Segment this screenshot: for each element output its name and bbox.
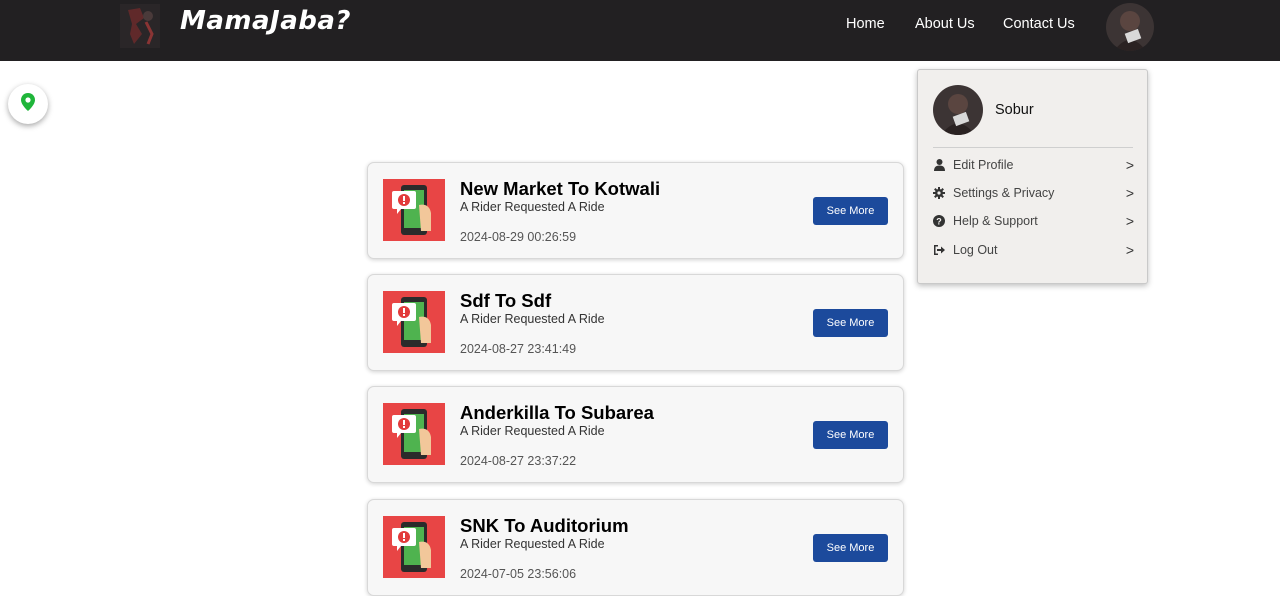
card-subtitle: A Rider Requested A Ride <box>460 200 605 214</box>
card-date: 2024-08-27 23:41:49 <box>460 342 577 356</box>
profile-dropdown-menu: Sobur Edit Profile > Settings & Privacy … <box>917 69 1148 284</box>
card-title: Anderkilla To Subarea <box>460 402 654 423</box>
chevron-right-icon: > <box>1125 242 1134 258</box>
card-title: Sdf To Sdf <box>460 290 552 311</box>
nav-home-link[interactable]: Home <box>846 16 885 32</box>
menu-item-log-out[interactable]: Log Out > <box>933 240 1134 260</box>
top-navbar: MamaJaba? Home About Us Contact Us <box>0 0 1280 61</box>
chevron-right-icon: > <box>1125 157 1134 173</box>
brand-name[interactable]: MamaJaba? <box>180 6 351 36</box>
card-subtitle: A Rider Requested A Ride <box>460 312 605 326</box>
menu-item-label: Edit Profile <box>953 158 1014 172</box>
card-title: New Market To Kotwali <box>460 178 661 199</box>
card-date: 2024-08-27 23:37:22 <box>460 454 577 468</box>
card-title: SNK To Auditorium <box>460 515 629 536</box>
menu-item-label: Settings & Privacy <box>953 186 1055 200</box>
card-date: 2024-07-05 23:56:06 <box>460 567 577 581</box>
dropdown-divider <box>933 147 1133 148</box>
ride-alert-icon <box>383 291 445 353</box>
profile-avatar-button[interactable] <box>1106 3 1154 51</box>
chevron-right-icon: > <box>1125 213 1134 229</box>
question-icon: ? <box>933 215 945 227</box>
see-more-button[interactable]: See More <box>813 197 888 225</box>
ride-alert-icon <box>383 179 445 241</box>
profile-name: Sobur <box>995 102 1034 118</box>
nav-contact-link[interactable]: Contact Us <box>1003 16 1075 32</box>
card-subtitle: A Rider Requested A Ride <box>460 424 605 438</box>
card-subtitle: A Rider Requested A Ride <box>460 537 605 551</box>
menu-item-edit-profile[interactable]: Edit Profile > <box>933 155 1134 175</box>
svg-text:?: ? <box>936 217 942 227</box>
notification-card: SNK To Auditorium A Rider Requested A Ri… <box>367 499 904 596</box>
ride-alert-icon <box>383 403 445 465</box>
notification-card: Anderkilla To Subarea A Rider Requested … <box>367 386 904 483</box>
logo-image[interactable] <box>120 4 160 48</box>
location-pin-icon <box>21 92 35 116</box>
gear-icon <box>933 187 945 199</box>
logout-icon <box>933 244 945 256</box>
see-more-button[interactable]: See More <box>813 534 888 562</box>
menu-item-label: Help & Support <box>953 214 1038 228</box>
notification-card: Sdf To Sdf A Rider Requested A Ride 2024… <box>367 274 904 371</box>
nav-about-link[interactable]: About Us <box>915 16 975 32</box>
chevron-right-icon: > <box>1125 185 1134 201</box>
location-button[interactable] <box>8 84 48 124</box>
see-more-button[interactable]: See More <box>813 309 888 337</box>
menu-item-settings-privacy[interactable]: Settings & Privacy > <box>933 183 1134 203</box>
menu-item-help-support[interactable]: ? Help & Support > <box>933 211 1134 231</box>
user-icon <box>933 159 945 171</box>
notification-card: New Market To Kotwali A Rider Requested … <box>367 162 904 259</box>
see-more-button[interactable]: See More <box>813 421 888 449</box>
menu-item-label: Log Out <box>953 243 998 257</box>
ride-alert-icon <box>383 516 445 578</box>
dropdown-avatar <box>933 85 983 135</box>
card-date: 2024-08-29 00:26:59 <box>460 230 577 244</box>
